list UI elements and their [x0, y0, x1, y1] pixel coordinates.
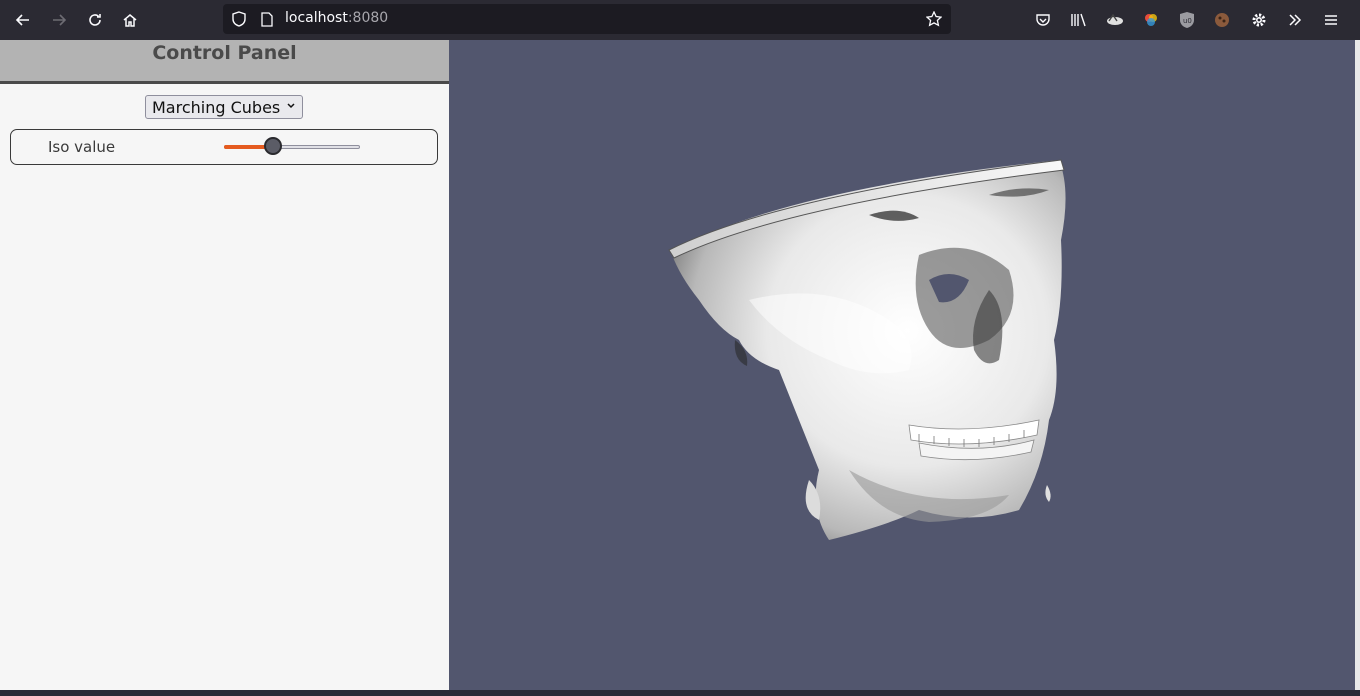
- forward-icon[interactable]: [45, 6, 73, 34]
- iso-value-row: Iso value: [10, 129, 438, 165]
- iso-slider-thumb[interactable]: [263, 137, 282, 155]
- reload-icon[interactable]: [81, 6, 109, 34]
- chevron-down-icon: [286, 99, 296, 116]
- algorithm-select[interactable]: Marching Cubes: [145, 95, 303, 119]
- overflow-icon[interactable]: [1283, 8, 1307, 32]
- extension-icon[interactable]: [1139, 8, 1163, 32]
- skull-render: [668, 159, 1066, 540]
- library-icon[interactable]: [1067, 8, 1091, 32]
- extension-icon[interactable]: [1210, 8, 1234, 32]
- control-panel: Control Panel Marching Cubes Iso value: [0, 40, 449, 690]
- panel-title: Control Panel: [152, 42, 297, 64]
- pocket-icon[interactable]: [1031, 8, 1055, 32]
- ublock-icon[interactable]: u0: [1175, 8, 1199, 32]
- star-icon[interactable]: [925, 10, 943, 28]
- menu-icon[interactable]: [1319, 8, 1343, 32]
- extension-icon[interactable]: [1103, 8, 1127, 32]
- svg-text:u0: u0: [1183, 17, 1192, 25]
- taskbar-strip: [0, 690, 1360, 696]
- page-scrollbar[interactable]: [1355, 40, 1360, 690]
- home-icon[interactable]: [116, 6, 144, 34]
- back-icon[interactable]: [9, 6, 37, 34]
- panel-header: Control Panel: [0, 40, 449, 84]
- iso-value-label: Iso value: [48, 138, 116, 156]
- page: Control Panel Marching Cubes Iso value: [0, 40, 1360, 690]
- page-icon[interactable]: [258, 10, 276, 28]
- shield-icon[interactable]: [230, 10, 248, 28]
- algorithm-select-value: Marching Cubes: [152, 97, 281, 117]
- browser-toolbar: localhost:8080 u0: [0, 0, 1360, 40]
- render-viewport[interactable]: [449, 40, 1355, 690]
- settings-icon[interactable]: [1247, 8, 1271, 32]
- url-bar[interactable]: localhost:8080: [223, 4, 951, 34]
- url-text[interactable]: localhost:8080: [285, 10, 388, 26]
